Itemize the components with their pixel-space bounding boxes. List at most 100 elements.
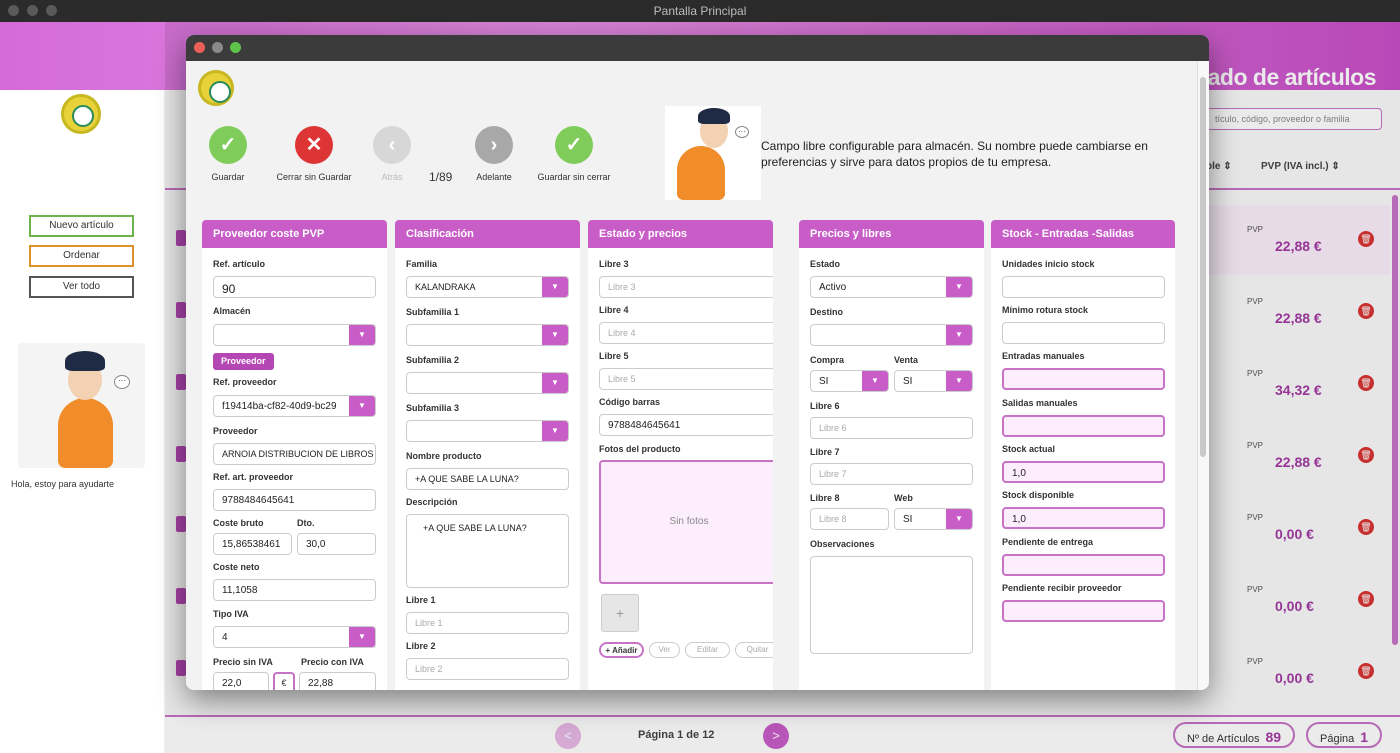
field-label: Descripción: [406, 497, 458, 507]
current-stock-field[interactable]: 1,0: [1002, 461, 1165, 483]
discount-field[interactable]: 30,0: [297, 533, 376, 555]
maximize-icon[interactable]: [230, 42, 241, 53]
observations-textarea[interactable]: [810, 556, 973, 654]
info-text: Campo libre configurable para almacén. S…: [761, 139, 1148, 169]
web-select[interactable]: SI ▼: [894, 508, 973, 530]
field-label: Libre 3: [599, 259, 629, 269]
helper-text: Hola, estoy para ayudarte: [11, 479, 115, 489]
field-label: Ref. art. proveedor: [213, 472, 294, 482]
pending-supplier-field[interactable]: [1002, 600, 1165, 622]
free-2-field[interactable]: Libre 2: [406, 658, 569, 680]
description-textarea[interactable]: +A QUE SABE LA LUNA?: [406, 514, 569, 588]
save-button[interactable]: ✓ Guardar: [204, 126, 252, 182]
pending-delivery-field[interactable]: [1002, 554, 1165, 576]
field-label: Entradas manuales: [1002, 351, 1085, 361]
field-label: Dto.: [297, 518, 315, 528]
close-icon[interactable]: [194, 42, 205, 53]
minimize-icon[interactable]: [212, 42, 223, 53]
back-button[interactable]: ‹ Atrás: [372, 126, 412, 182]
subfamily-1-select[interactable]: ▼: [406, 324, 569, 346]
view-photo-button[interactable]: Ver: [649, 642, 680, 658]
dialog-window-controls[interactable]: [194, 42, 241, 53]
field-label: Precio con IVA: [301, 657, 364, 667]
available-stock-field[interactable]: 1,0: [1002, 507, 1165, 529]
free-6-field[interactable]: Libre 6: [810, 417, 973, 439]
net-cost-field[interactable]: 11,1058: [213, 579, 376, 601]
min-stock-field[interactable]: [1002, 322, 1165, 344]
field-label: Pendiente recibir proveedor: [1002, 583, 1122, 593]
subfamily-2-select[interactable]: ▼: [406, 372, 569, 394]
field-label: Libre 5: [599, 351, 629, 361]
supplier-ref-select[interactable]: f19414ba-cf82-40d9-bc29 ▼: [213, 395, 376, 417]
helper-illustration: ···: [18, 343, 145, 468]
currency-button[interactable]: €: [273, 672, 295, 690]
field-label: Código barras: [599, 397, 661, 407]
field-label: Libre 8: [810, 493, 840, 503]
vat-type-select[interactable]: 4 ▼: [213, 626, 376, 648]
panel-title: Precios y libres: [799, 220, 984, 248]
free-8-field[interactable]: Libre 8: [810, 508, 889, 530]
close-icon: ✕: [295, 126, 333, 164]
helper-illustration: ···: [665, 106, 761, 200]
subfamily-3-select[interactable]: ▼: [406, 420, 569, 442]
speech-bubble-icon: ···: [735, 126, 749, 138]
add-photo-icon[interactable]: +: [601, 594, 639, 632]
field-label: Libre 7: [810, 447, 840, 457]
free-4-field[interactable]: Libre 4: [599, 322, 773, 344]
manual-entries-field[interactable]: [1002, 368, 1165, 390]
manual-exits-field[interactable]: [1002, 415, 1165, 437]
product-name-field[interactable]: +A QUE SABE LA LUNA?: [406, 468, 569, 490]
ref-article-field[interactable]: 90: [213, 276, 376, 298]
supplier-article-ref-field[interactable]: 9788484645641: [213, 489, 376, 511]
supplier-tag[interactable]: Proveedor: [213, 353, 274, 370]
chevron-down-icon: ▼: [946, 509, 972, 529]
field-label: Nombre producto: [406, 451, 482, 461]
order-button[interactable]: Ordenar: [29, 245, 134, 267]
close-without-save-button[interactable]: ✕ Cerrar sin Guardar: [274, 126, 354, 182]
free-5-field[interactable]: Libre 5: [599, 368, 773, 390]
check-icon: ✓: [555, 126, 593, 164]
field-label: Libre 2: [406, 641, 436, 651]
gross-cost-field[interactable]: 15,86538461: [213, 533, 292, 555]
new-article-button[interactable]: Nuevo artículo: [29, 215, 134, 237]
destination-select[interactable]: ▼: [810, 324, 973, 346]
product-photos-area[interactable]: Sin fotos: [599, 460, 773, 584]
forward-button[interactable]: › Adelante: [472, 126, 516, 182]
chevron-down-icon: ▼: [946, 325, 972, 345]
window-controls[interactable]: [8, 5, 57, 16]
field-label: Web: [894, 493, 913, 503]
remove-photo-button[interactable]: Quitar: [735, 642, 773, 658]
field-label: Estado: [810, 259, 841, 269]
supplier-field[interactable]: ARNOIA DISTRIBUCION DE LIBROS: [213, 443, 376, 465]
field-label: Libre 6: [810, 401, 840, 411]
edit-photo-button[interactable]: Editar: [685, 642, 730, 658]
person-hair: [698, 108, 730, 124]
panel-classification: Clasificación Familia KALANDRAKA ▼ Subfam…: [395, 220, 580, 690]
add-photo-button[interactable]: + Añadir: [599, 642, 644, 658]
chevron-down-icon: ▼: [542, 373, 568, 393]
initial-stock-field[interactable]: [1002, 276, 1165, 298]
record-counter: 1/89: [429, 170, 453, 184]
price-with-vat-field[interactable]: 22,88: [299, 672, 376, 690]
price-without-vat-field[interactable]: 22,0: [213, 672, 269, 690]
field-label: Coste bruto: [213, 518, 264, 528]
sale-select[interactable]: SI ▼: [894, 370, 973, 392]
field-label: Compra: [810, 355, 845, 365]
view-all-button[interactable]: Ver todo: [29, 276, 134, 298]
family-select[interactable]: KALANDRAKA ▼: [406, 276, 569, 298]
warehouse-select[interactable]: ▼: [213, 324, 376, 346]
save-without-close-button[interactable]: ✓ Guardar sin cerrar: [536, 126, 612, 182]
free-3-field[interactable]: Libre 3: [599, 276, 773, 298]
status-select[interactable]: Activo ▼: [810, 276, 973, 298]
purchase-select[interactable]: SI ▼: [810, 370, 889, 392]
free-1-field[interactable]: Libre 1: [406, 612, 569, 634]
field-label: Subfamilia 1: [406, 307, 460, 317]
barcode-field[interactable]: 9788484645641: [599, 414, 773, 436]
field-label: Unidades inicio stock: [1002, 259, 1095, 269]
panel-title: Proveedor coste PVP: [202, 220, 387, 248]
field-label: Libre 4: [599, 305, 629, 315]
scrollbar-thumb[interactable]: [1200, 77, 1206, 457]
dialog-scrollbar[interactable]: [1197, 61, 1209, 690]
chevron-down-icon: ▼: [349, 396, 375, 416]
free-7-field[interactable]: Libre 7: [810, 463, 973, 485]
